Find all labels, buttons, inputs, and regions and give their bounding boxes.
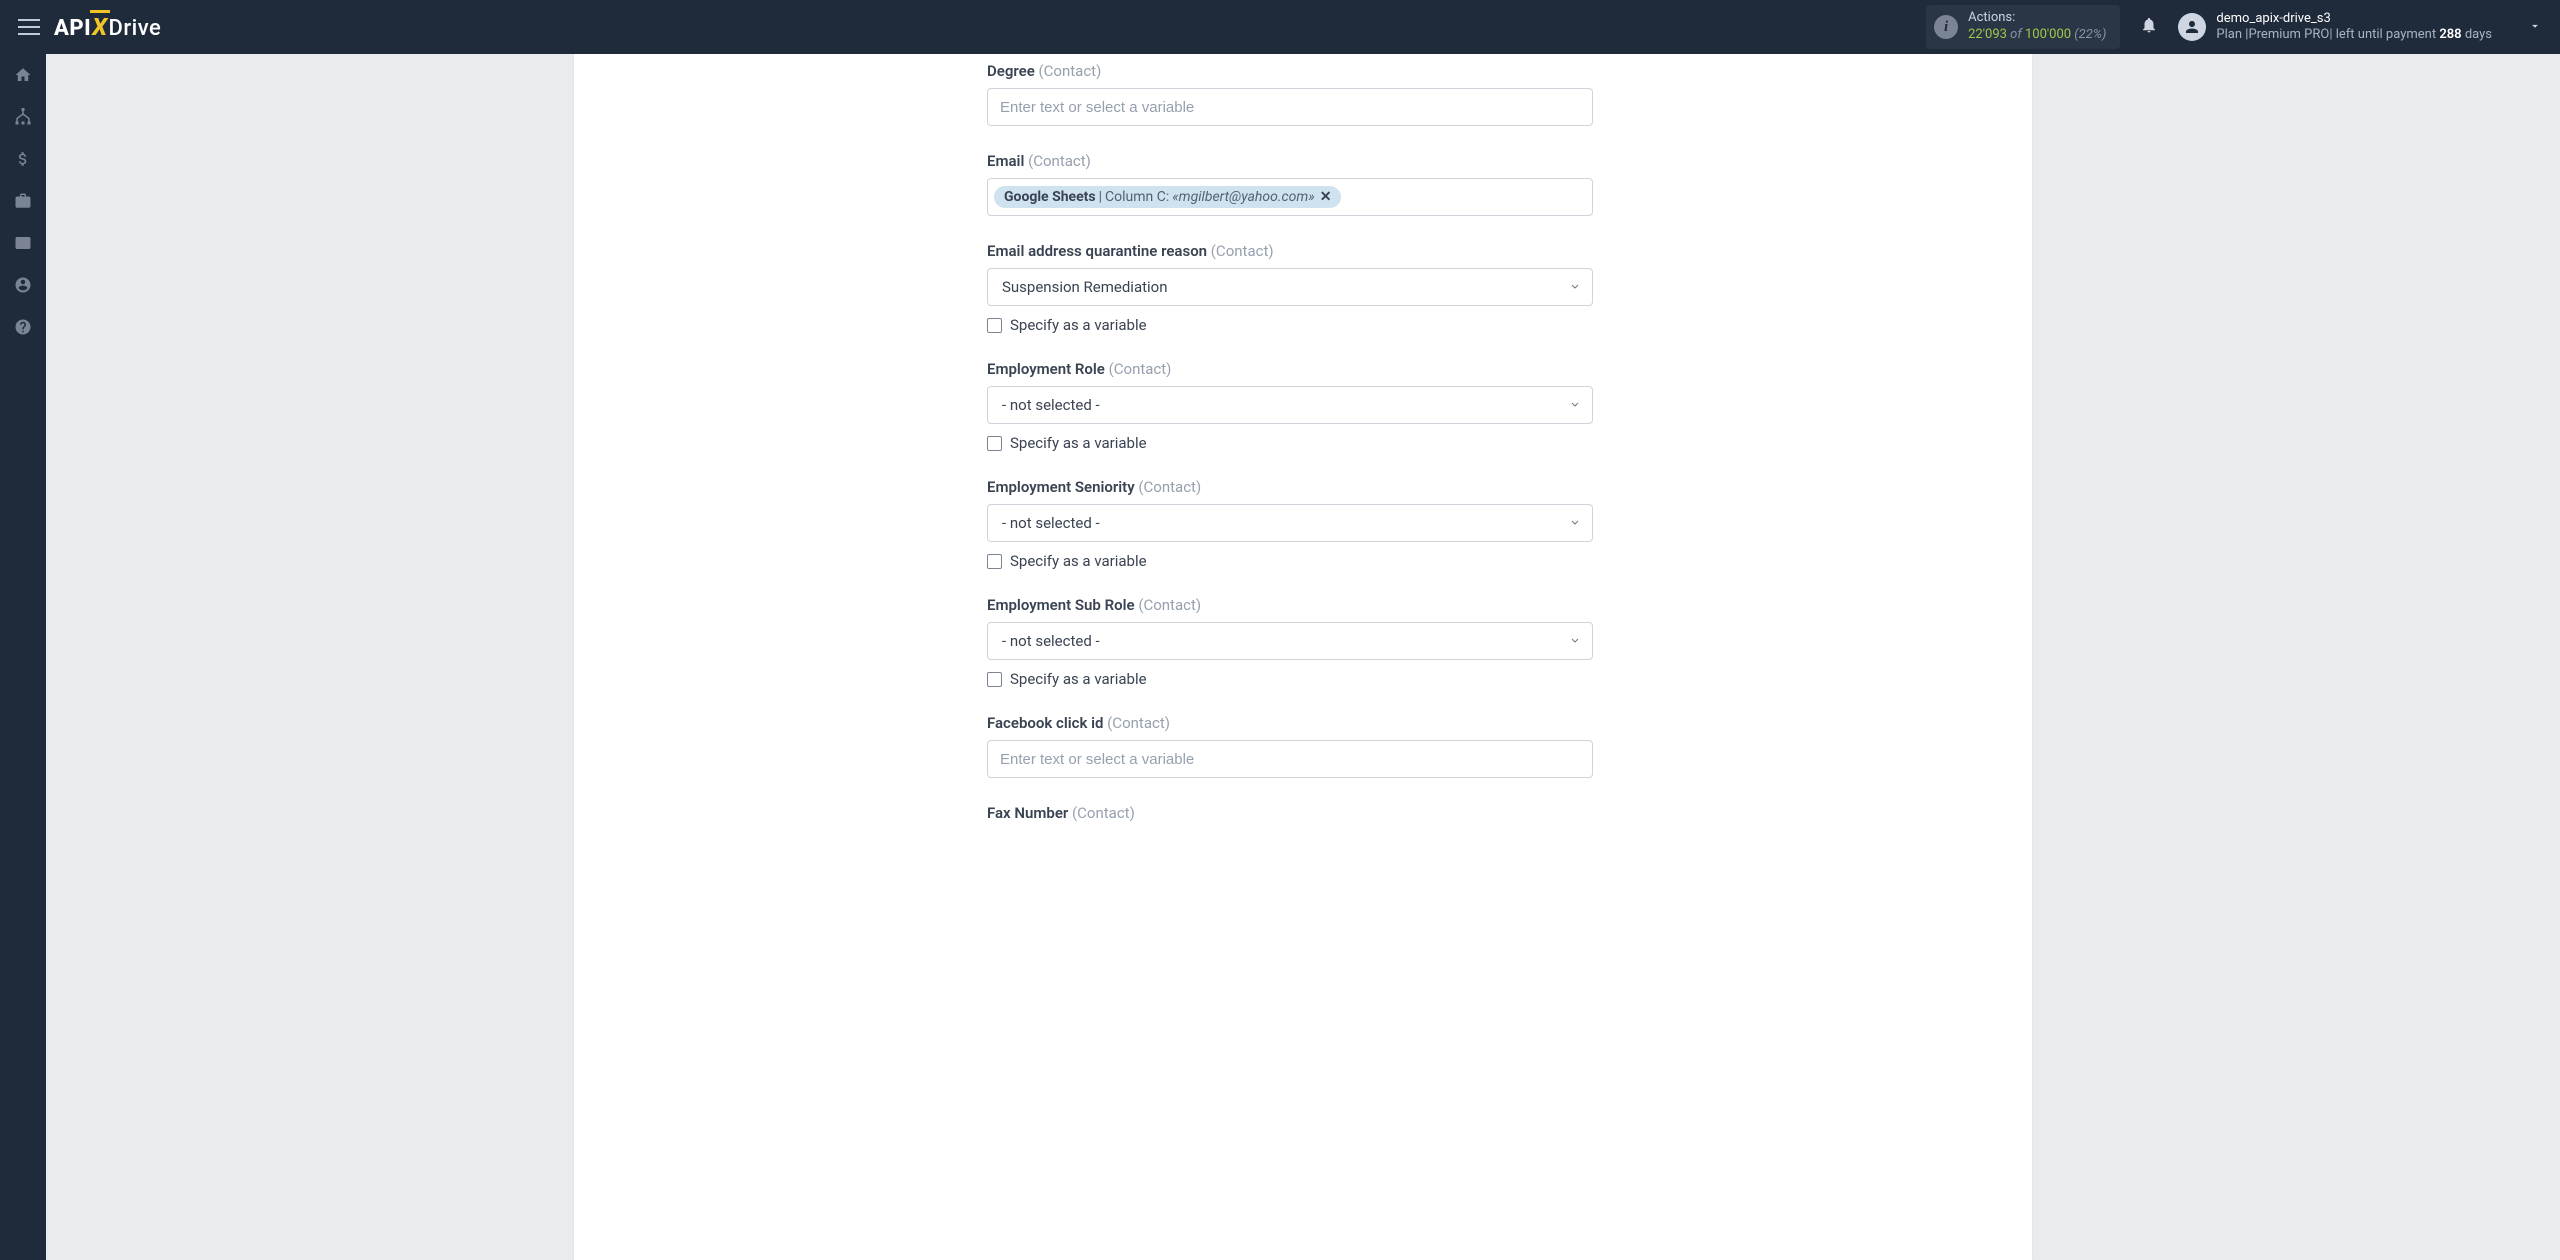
employment-subrole-select[interactable]: - not selected - (987, 622, 1593, 660)
employment-role-variable-label[interactable]: Specify as a variable (1010, 434, 1147, 452)
employment-seniority-variable-checkbox[interactable] (987, 554, 1002, 569)
sidebar (0, 54, 46, 1260)
employment-seniority-label: Employment Seniority (Contact) (987, 478, 1593, 496)
degree-input[interactable] (987, 88, 1593, 126)
employment-seniority-variable-label[interactable]: Specify as a variable (1010, 552, 1147, 570)
logo-text-api: API (54, 16, 91, 41)
avatar-icon (2178, 13, 2206, 41)
email-input[interactable]: Google Sheets | Column C: «mgilbert@yaho… (987, 178, 1593, 216)
fax-number-label: Fax Number (Contact) (987, 804, 1593, 822)
degree-label: Degree (Contact) (987, 62, 1593, 80)
facebook-click-id-input[interactable] (987, 740, 1593, 778)
sidebar-profile[interactable] (0, 264, 46, 306)
sidebar-video[interactable] (0, 222, 46, 264)
email-variable-tag: Google Sheets | Column C: «mgilbert@yaho… (994, 186, 1341, 208)
sidebar-help[interactable] (0, 306, 46, 348)
employment-subrole-variable-checkbox[interactable] (987, 672, 1002, 687)
facebook-click-id-label: Facebook click id (Contact) (987, 714, 1593, 732)
menu-toggle[interactable] (18, 19, 40, 35)
actions-usage[interactable]: i Actions: 22'093 of 100'000 (22%) (1926, 5, 2120, 49)
sidebar-briefcase[interactable] (0, 180, 46, 222)
user-menu[interactable]: demo_apix-drive_s3 Plan |Premium PRO| le… (2178, 11, 2492, 44)
employment-role-select[interactable]: - not selected - (987, 386, 1593, 424)
logo-text-drive: Drive (109, 16, 162, 41)
employment-subrole-label: Employment Sub Role (Contact) (987, 596, 1593, 614)
user-text: demo_apix-drive_s3 Plan |Premium PRO| le… (2216, 11, 2492, 44)
sidebar-billing[interactable] (0, 138, 46, 180)
email-label: Email (Contact) (987, 152, 1593, 170)
quarantine-select[interactable]: Suspension Remediation (987, 268, 1593, 306)
sidebar-home[interactable] (0, 54, 46, 96)
remove-tag-icon[interactable]: ✕ (1320, 189, 1332, 205)
employment-role-label: Employment Role (Contact) (987, 360, 1593, 378)
employment-seniority-select[interactable]: - not selected - (987, 504, 1593, 542)
quarantine-variable-label[interactable]: Specify as a variable (1010, 316, 1147, 334)
actions-text: Actions: 22'093 of 100'000 (22%) (1968, 10, 2106, 44)
info-icon: i (1934, 15, 1958, 39)
employment-subrole-variable-label[interactable]: Specify as a variable (1010, 670, 1147, 688)
logo-text-x: X (92, 13, 107, 41)
quarantine-variable-checkbox[interactable] (987, 318, 1002, 333)
header-chevron-down-icon[interactable] (2528, 18, 2542, 37)
quarantine-label: Email address quarantine reason (Contact… (987, 242, 1593, 260)
employment-role-variable-checkbox[interactable] (987, 436, 1002, 451)
logo[interactable]: API X Drive (54, 13, 161, 41)
notifications-icon[interactable] (2140, 16, 2158, 38)
sidebar-connections[interactable] (0, 96, 46, 138)
